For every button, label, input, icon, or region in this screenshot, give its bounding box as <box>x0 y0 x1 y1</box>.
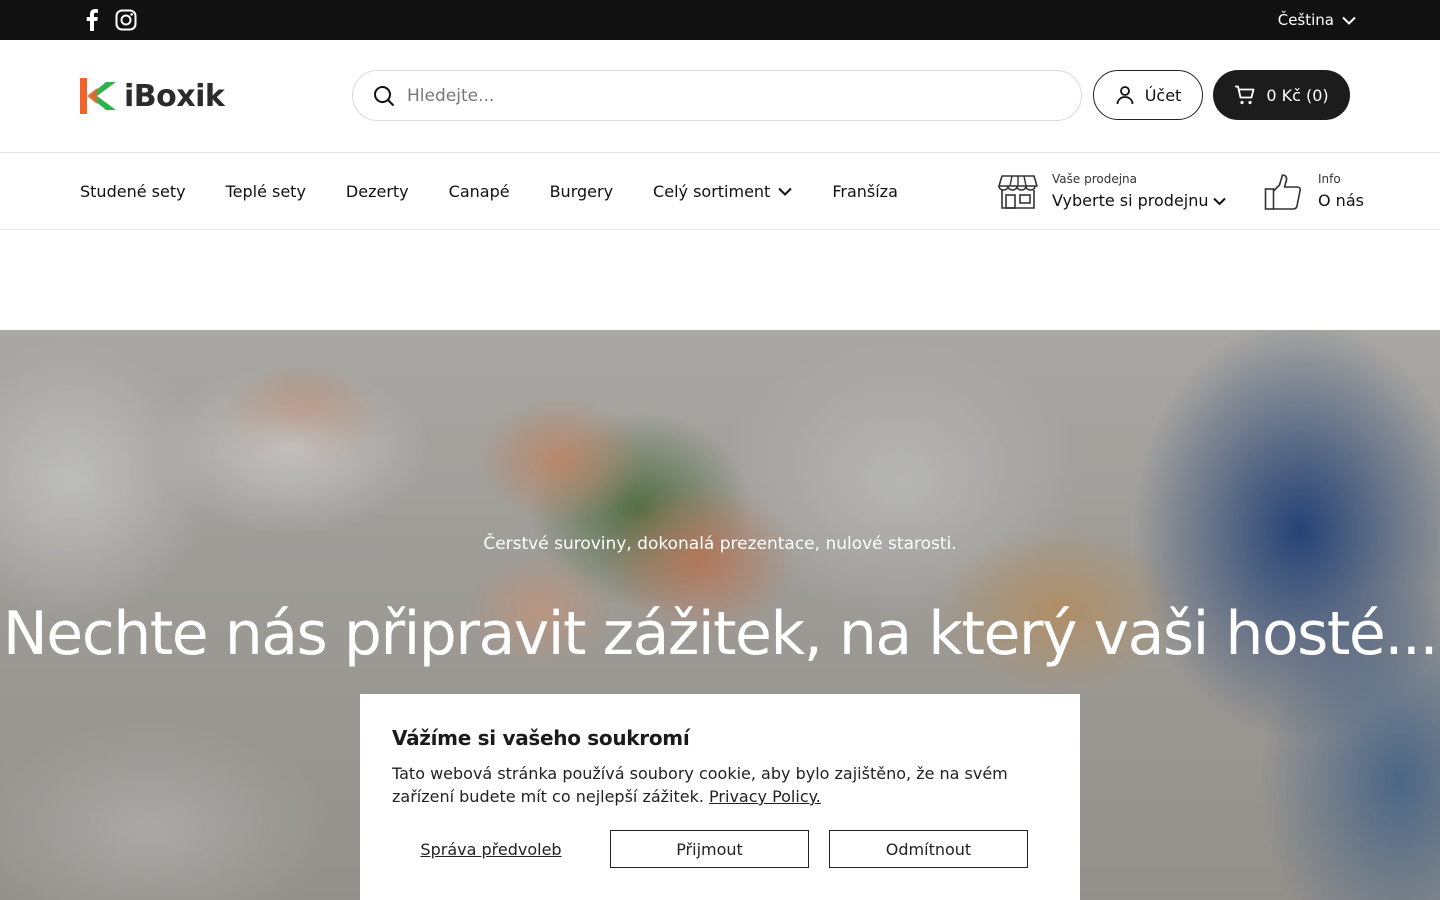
hero-subtitle: Čerstvé suroviny, dokonalá prezentace, n… <box>483 534 957 554</box>
reject-button[interactable]: Odmítnout <box>829 830 1028 868</box>
nav-item-label: Teplé sety <box>225 181 306 201</box>
nav-item-teple-sety[interactable]: Teplé sety <box>226 182 306 201</box>
nav-item-label: Burgery <box>549 181 614 201</box>
logo-mark-icon <box>80 78 116 114</box>
hero-title: Nechte nás připravit zážitek, na který v… <box>2 599 1439 669</box>
language-label: Čeština <box>1277 11 1334 29</box>
facebook-icon[interactable] <box>80 9 104 31</box>
logo-text: iBoxik <box>124 78 225 114</box>
nav-item-cely-sortiment[interactable]: Celý sortiment <box>653 181 793 201</box>
search-icon <box>374 85 395 106</box>
search-input[interactable] <box>407 85 1007 106</box>
privacy-policy-link[interactable]: Privacy Policy. <box>709 787 821 806</box>
cart-button[interactable]: 0 Kč (0) <box>1213 70 1350 120</box>
nav-item-burgery[interactable]: Burgery <box>550 182 613 201</box>
chevron-down-icon <box>1212 197 1226 205</box>
site-header: iBoxik Účet 0 Kč (0) <box>0 40 1440 153</box>
nav-item-canape[interactable]: Canapé <box>449 182 510 201</box>
cart-label: 0 Kč (0) <box>1266 85 1329 105</box>
top-bar: Čeština <box>0 0 1440 40</box>
store-selector[interactable]: Vaše prodejna Vyberte si prodejnu <box>998 171 1226 213</box>
nav-item-dezerty[interactable]: Dezerty <box>346 182 409 201</box>
info-big-label: O nás <box>1318 191 1364 210</box>
account-button[interactable]: Účet <box>1093 70 1203 120</box>
nav-item-label: Franšíza <box>832 181 898 201</box>
account-label: Účet <box>1144 85 1182 105</box>
nav-item-fransiza[interactable]: Franšíza <box>832 182 898 201</box>
language-selector[interactable]: Čeština <box>1278 0 1356 40</box>
cookie-actions: Správa předvoleb Přijmout Odmítnout <box>392 830 1048 868</box>
nav-item-label: Canapé <box>448 181 510 201</box>
store-icon <box>998 175 1038 209</box>
nav-item-studene-sety[interactable]: Studené sety <box>80 182 186 201</box>
accept-button[interactable]: Přijmout <box>610 830 809 868</box>
thumbs-up-icon <box>1264 174 1301 210</box>
info-small-label: Info <box>1318 172 1341 186</box>
search-bar[interactable] <box>352 70 1082 121</box>
cookie-text-body: Tato webová stránka používá soubory cook… <box>392 764 1008 806</box>
main-navigation: Studené sety Teplé sety Dezerty Canapé B… <box>0 153 1440 230</box>
store-small-label: Vaše prodejna <box>1052 172 1138 186</box>
nav-item-label: Dezerty <box>345 181 409 201</box>
manage-preferences-link[interactable]: Správa předvoleb <box>392 830 590 868</box>
chevron-down-icon <box>778 187 793 196</box>
store-big-label: Vyberte si prodejnu <box>1052 191 1209 210</box>
instagram-icon[interactable] <box>114 9 138 31</box>
cookie-consent-dialog: Vážíme si vašeho soukromí Tato webová st… <box>360 694 1080 900</box>
info-about-link[interactable]: Info O nás <box>1264 171 1364 213</box>
chevron-down-icon <box>1342 16 1356 25</box>
cookie-title: Vážíme si vašeho soukromí <box>392 726 690 750</box>
cart-icon <box>1235 85 1255 105</box>
nav-item-label: Celý sortiment <box>653 181 771 201</box>
cookie-text: Tato webová stránka používá soubory cook… <box>392 762 1032 808</box>
user-icon <box>1116 86 1134 105</box>
nav-item-label: Studené sety <box>80 181 186 201</box>
logo[interactable]: iBoxik <box>80 78 225 114</box>
